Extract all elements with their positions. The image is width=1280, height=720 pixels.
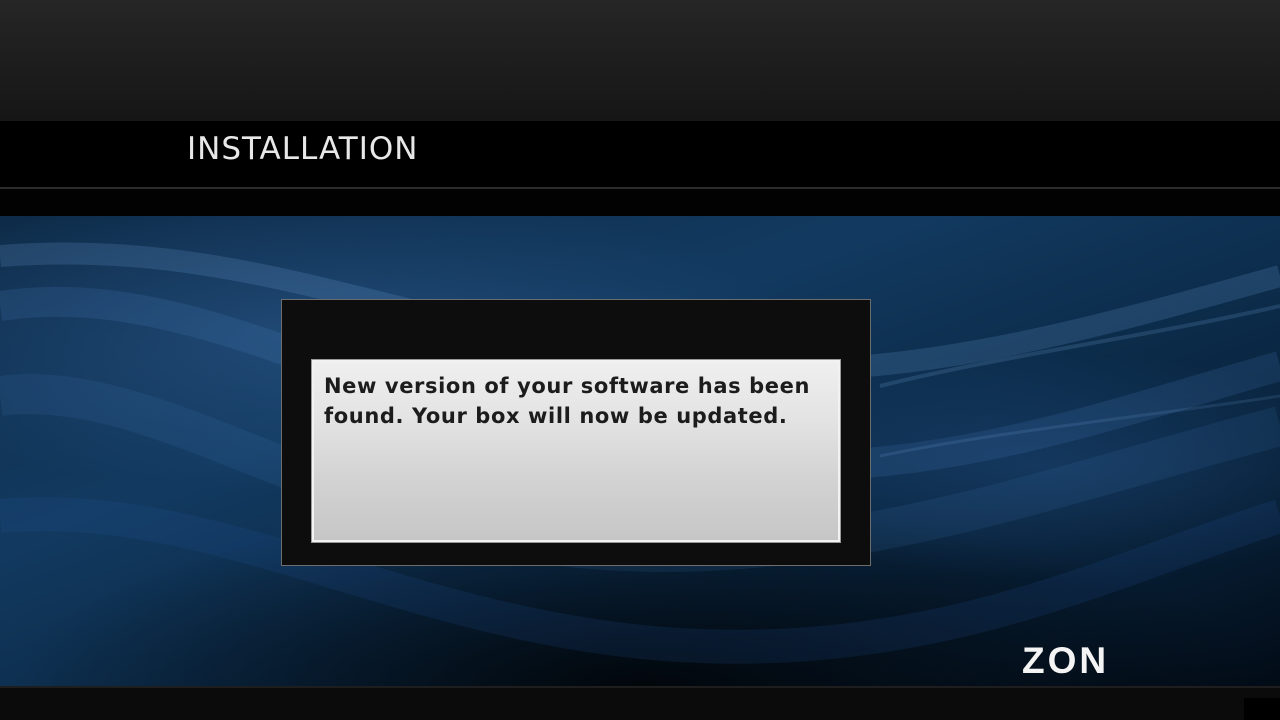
top-band — [0, 0, 1280, 121]
tv-screen: INSTALLATION New version of your softwar… — [0, 0, 1280, 720]
update-message: New version of your software has been fo… — [324, 374, 810, 428]
bottom-corner — [1244, 698, 1280, 720]
zon-logo: ZON — [1022, 640, 1110, 681]
message-box: New version of your software has been fo… — [311, 359, 841, 543]
page-title: INSTALLATION — [187, 131, 419, 167]
sub-band — [0, 189, 1280, 216]
bottom-band — [0, 686, 1280, 720]
